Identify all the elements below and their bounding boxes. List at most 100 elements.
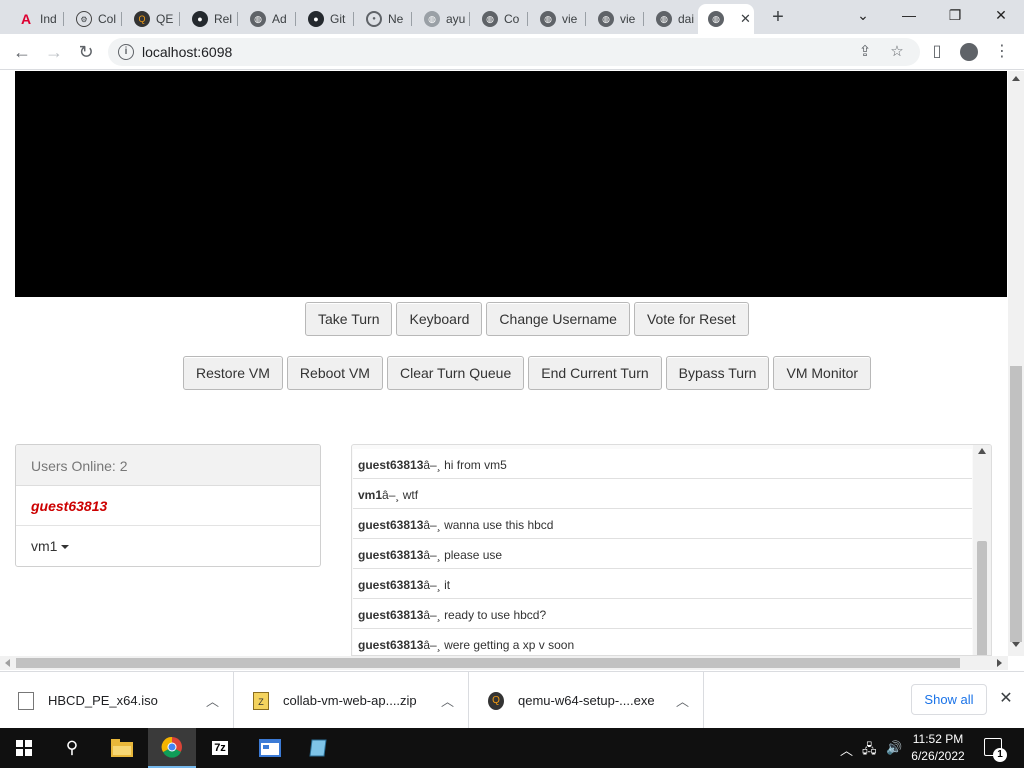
minimize-icon[interactable]: — <box>886 0 932 30</box>
browser-tab[interactable]: ◍ Ad <box>240 4 296 34</box>
browser-tab[interactable]: ◍ vie <box>588 4 644 34</box>
browser-tab[interactable]: ◍ Co <box>472 4 528 34</box>
chrome-icon[interactable] <box>148 728 196 768</box>
chat-separator: â–¸ <box>423 458 441 472</box>
restore-vm-button[interactable]: Restore VM <box>183 356 283 390</box>
browser-tab[interactable]: ◍ dai <box>646 4 702 34</box>
close-download-shelf-icon[interactable]: ✕ <box>996 689 1016 709</box>
chat-text: ready to use hbcd? <box>444 608 547 622</box>
tab-title: Co <box>504 12 520 26</box>
take-turn-button[interactable]: Take Turn <box>305 302 393 336</box>
github-icon: ● <box>308 11 324 27</box>
page-horizontal-scrollbar[interactable] <box>0 656 1008 670</box>
side-panel-icon[interactable]: ▯ <box>927 42 947 62</box>
active-browser-tab[interactable]: ◍ ✕ <box>698 4 754 34</box>
browser-tab[interactable]: ⚙ Col <box>66 4 122 34</box>
bypass-turn-button[interactable]: Bypass Turn <box>665 356 770 390</box>
scroll-left-arrow-icon[interactable] <box>5 659 10 667</box>
chat-username: guest63813 <box>358 578 424 592</box>
windows-taskbar: ⚲ 7z ︿ 🖧 🔊 11:52 PM 6/26/2022 1 <box>0 728 1024 768</box>
app-window-icon[interactable] <box>246 728 294 768</box>
horizontal-scrollbar-thumb[interactable] <box>16 658 960 668</box>
user-item[interactable]: guest63813 <box>16 486 320 526</box>
scroll-up-arrow-icon[interactable] <box>1012 76 1020 81</box>
new-tab-button[interactable]: + <box>766 6 790 30</box>
reload-icon[interactable]: ↻ <box>74 40 98 64</box>
end-current-turn-button[interactable]: End Current Turn <box>528 356 662 390</box>
browser-tab[interactable]: Q QE <box>124 4 180 34</box>
chat-separator: â–¸ <box>423 518 441 532</box>
keyboard-button[interactable]: Keyboard <box>396 302 483 336</box>
browser-tab[interactable]: A Ind <box>8 4 64 34</box>
chevron-up-icon[interactable]: ︿ <box>441 691 454 710</box>
download-item[interactable]: HBCD_PE_x64.iso ︿ <box>0 672 234 729</box>
tab-title: QE <box>156 12 174 26</box>
reboot-vm-button[interactable]: Reboot VM <box>286 356 383 390</box>
back-icon[interactable]: ← <box>10 40 34 64</box>
tab-title: Ne <box>388 12 404 26</box>
show-all-downloads-button[interactable]: Show all <box>911 684 987 715</box>
chat-message: vm1â–¸ wtf <box>353 479 972 509</box>
chat-scrollbar-thumb[interactable] <box>977 541 987 655</box>
taskbar-clock[interactable]: 11:52 PM 6/26/2022 <box>906 731 970 765</box>
download-item[interactable]: Z collab-vm-web-ap....zip ︿ <box>235 672 469 729</box>
notification-count-badge: 1 <box>993 748 1007 762</box>
vote-for-reset-button[interactable]: Vote for Reset <box>633 302 749 336</box>
browser-tab[interactable]: ● Ne <box>356 4 412 34</box>
globe-icon: ◍ <box>540 11 556 27</box>
clock-time: 11:52 PM <box>912 732 964 746</box>
page-vertical-scrollbar[interactable] <box>1008 71 1024 656</box>
vm-monitor-button[interactable]: VM Monitor <box>773 356 872 390</box>
close-tab-icon[interactable]: ✕ <box>740 11 751 27</box>
users-online-header: Users Online: 2 <box>16 445 320 486</box>
chat-message: guest63813â–¸ ready to use hbcd? <box>353 599 972 629</box>
close-window-icon[interactable]: ✕ <box>978 0 1024 30</box>
download-item[interactable]: Q qemu-w64-setup-....exe ︿ <box>470 672 704 729</box>
volume-icon[interactable]: 🔊 <box>886 740 902 756</box>
7zip-icon[interactable]: 7z <box>196 728 244 768</box>
network-icon[interactable]: 🖧 <box>862 740 877 762</box>
scroll-right-arrow-icon[interactable] <box>997 659 1002 667</box>
tab-title: vie <box>620 12 636 26</box>
chat-message: guest63813â–¸ were getting a xp v soon <box>353 629 972 655</box>
chevron-up-icon[interactable]: ︿ <box>206 691 219 710</box>
menu-icon[interactable]: ⋮ <box>992 42 1012 62</box>
scroll-down-arrow-icon[interactable] <box>1012 642 1020 647</box>
vm-display[interactable] <box>15 71 1007 297</box>
chat-panel: guest63813 â–¸ hi from vm5 vm1â–¸ wtf gue… <box>351 444 992 656</box>
forward-icon[interactable]: → <box>42 40 66 64</box>
share-icon[interactable]: ⇪ <box>856 43 874 61</box>
browser-tab[interactable]: ◍ ayu <box>414 4 470 34</box>
restore-icon[interactable]: ❐ <box>932 0 978 30</box>
chevron-up-icon[interactable]: ︿ <box>676 691 689 710</box>
change-username-button[interactable]: Change Username <box>486 302 630 336</box>
show-hidden-icons-icon[interactable]: ︿ <box>840 740 853 759</box>
tab-title: Git <box>330 12 346 26</box>
chat-separator: â–¸ <box>423 548 441 562</box>
browser-tab[interactable]: ● Git <box>298 4 354 34</box>
chat-message: guest63813â–¸ wanna use this hbcd <box>353 509 972 539</box>
chat-username: guest63813 <box>358 638 424 652</box>
site-info-icon[interactable]: i <box>118 44 134 60</box>
url-text[interactable]: localhost:6098 <box>142 44 232 60</box>
chat-text: hi from vm5 <box>444 458 507 472</box>
clear-turn-queue-button[interactable]: Clear Turn Queue <box>386 356 525 390</box>
notepad-icon[interactable] <box>294 728 342 768</box>
browser-tab[interactable]: ◍ vie <box>530 4 586 34</box>
angular-icon: A <box>20 11 32 27</box>
file-explorer-icon[interactable] <box>98 728 146 768</box>
chat-scrollbar[interactable] <box>973 445 991 655</box>
windows-start-icon[interactable] <box>0 728 48 768</box>
tab-search-icon[interactable]: ⌄ <box>840 0 886 30</box>
caret-down-icon[interactable] <box>61 545 70 550</box>
address-bar[interactable]: i localhost:6098 ⇪ ☆ <box>108 38 920 66</box>
bookmark-star-icon[interactable]: ☆ <box>888 43 906 61</box>
browser-tab[interactable]: ● Rel <box>182 4 238 34</box>
profile-avatar-icon[interactable] <box>960 43 978 61</box>
chat-message-list: guest63813 â–¸ hi from vm5 vm1â–¸ wtf gue… <box>352 449 972 655</box>
search-icon[interactable]: ⚲ <box>48 728 96 768</box>
page-scrollbar-thumb[interactable] <box>1010 366 1022 642</box>
scroll-up-arrow-icon[interactable] <box>978 448 986 454</box>
user-item[interactable]: vm1 <box>16 526 320 566</box>
clock-date: 6/26/2022 <box>911 749 965 763</box>
